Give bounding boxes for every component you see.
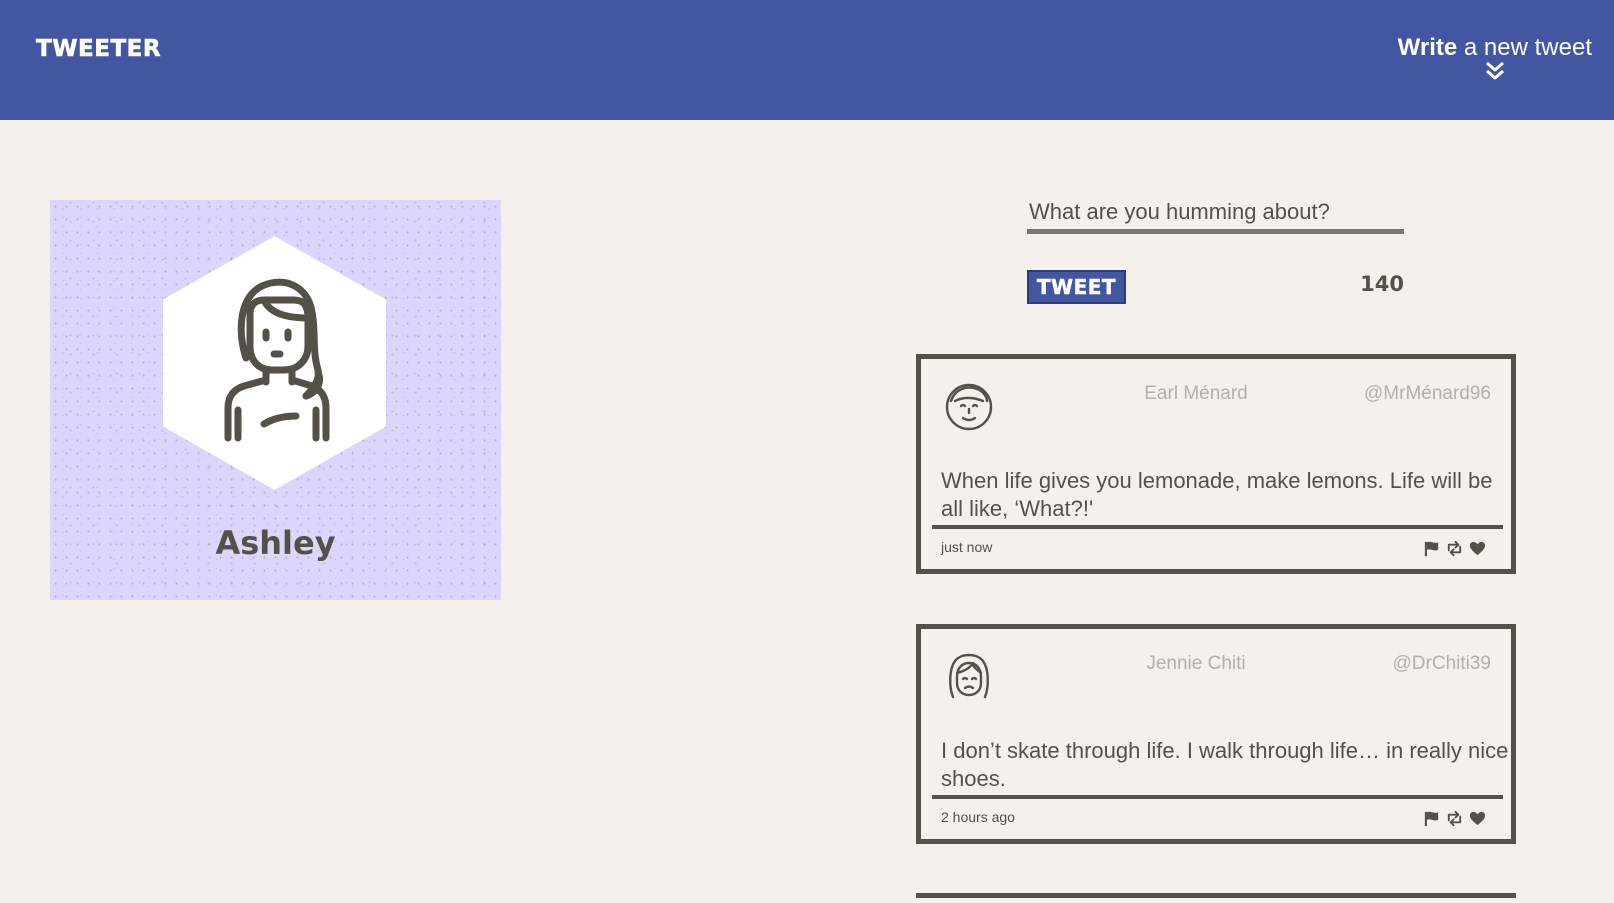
tweet-card: Earl Ménard @MrMénard96 When life gives … [916,354,1516,574]
tweet-actions [1422,809,1487,828]
tweet-author-handle[interactable]: @MrMénard96 [1364,383,1491,405]
tweet-author-name[interactable]: Jennie Chiti [1071,653,1321,675]
tweet-button[interactable]: TWEET [1027,270,1126,304]
tweet-card-partial [916,893,1516,903]
flag-icon[interactable] [1422,539,1441,558]
tweet-author-handle[interactable]: @DrChiti39 [1393,653,1491,675]
retweet-icon[interactable] [1445,539,1464,558]
top-nav: TWEETER Write a new tweet [0,0,1614,120]
double-chevron-down-icon[interactable] [1484,60,1506,82]
char-counter: 140 [1360,272,1404,296]
brand-logo[interactable]: TWEETER [36,36,161,63]
woman-avatar-icon [224,278,330,442]
tweet-actions [1422,539,1487,558]
woman-avatar-icon [949,653,989,699]
man-avatar-icon [945,383,993,431]
compose-label-strong: Write [1397,34,1458,61]
tweet-divider [932,525,1503,529]
tweet-composer: TWEET 140 [1027,200,1404,304]
compose-label-rest: a new tweet [1457,34,1592,61]
tweet-input[interactable] [1027,200,1404,234]
tweet-timestamp: just now [941,539,993,555]
tweet-author-name[interactable]: Earl Ménard [1071,383,1321,405]
tweet-text: I don’t skate through life. I walk throu… [941,738,1509,791]
retweet-icon[interactable] [1445,809,1464,828]
tweet-text: When life gives you lemonade, make lemon… [941,468,1493,521]
heart-icon[interactable] [1468,539,1487,558]
write-new-tweet-toggle[interactable]: Write a new tweet [1398,34,1592,82]
tweet-divider [932,795,1503,799]
profile-name: Ashley [215,524,336,562]
flag-icon[interactable] [1422,809,1441,828]
tweet-card: Jennie Chiti @DrChiti39 I don’t skate th… [916,624,1516,844]
profile-card: Ashley [50,200,501,600]
heart-icon[interactable] [1468,809,1487,828]
tweet-timestamp: 2 hours ago [941,809,1015,825]
